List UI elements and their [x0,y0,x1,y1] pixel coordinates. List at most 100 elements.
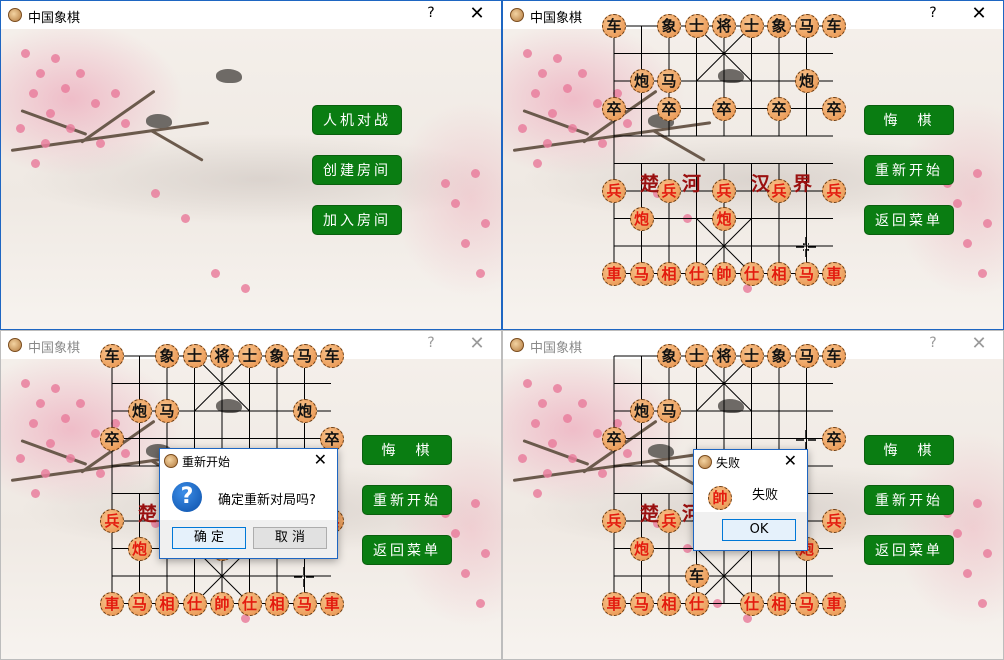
red-piece[interactable]: 马 [794,261,819,286]
black-piece[interactable]: 卒 [100,426,124,451]
red-piece[interactable]: 马 [292,591,317,616]
red-piece[interactable]: 仕 [684,261,709,286]
back-to-menu-button[interactable]: 返回菜单 [864,205,954,235]
red-piece[interactable]: 相 [767,261,791,286]
red-piece[interactable]: 車 [100,591,124,616]
black-piece[interactable]: 卒 [822,426,846,451]
black-piece[interactable]: 马 [292,344,317,368]
help-icon[interactable]: ? [923,5,943,21]
red-piece[interactable]: 仕 [182,591,207,616]
red-piece[interactable]: 兵 [822,179,846,203]
black-piece[interactable]: 炮 [629,69,654,93]
red-piece[interactable]: 相 [657,261,681,286]
black-piece[interactable]: 马 [794,344,819,368]
black-piece[interactable]: 马 [155,399,179,423]
red-piece[interactable]: 炮 [712,206,736,231]
confirm-button[interactable]: 确 定 [172,527,246,549]
black-piece[interactable]: 士 [182,344,207,368]
help-icon[interactable]: ? [421,5,441,21]
red-piece[interactable]: 马 [127,591,152,616]
red-piece[interactable]: 帥 [210,591,234,616]
red-piece[interactable]: 仕 [739,261,764,286]
black-piece[interactable]: 将 [712,14,736,38]
red-piece[interactable]: 帥 [712,261,736,286]
dialog-close-icon[interactable]: ✕ [314,450,327,469]
black-piece[interactable]: 将 [712,344,736,368]
restart-button[interactable]: 重新开始 [864,485,954,515]
black-piece[interactable]: 士 [237,344,262,368]
black-piece[interactable]: 车 [100,344,124,368]
black-piece[interactable]: 象 [657,14,681,38]
close-icon[interactable]: ✕ [969,3,989,24]
red-piece[interactable]: 車 [602,261,626,286]
red-piece[interactable]: 兵 [602,179,626,203]
black-piece[interactable]: 象 [155,344,179,368]
create-room-button[interactable]: 创建房间 [312,155,402,185]
undo-button[interactable]: 悔 棋 [362,435,452,465]
red-piece[interactable]: 相 [155,591,179,616]
red-piece[interactable]: 仕 [684,591,709,616]
red-piece[interactable]: 相 [265,591,289,616]
black-piece[interactable]: 马 [794,14,819,38]
red-piece[interactable]: 炮 [629,206,654,231]
red-piece[interactable]: 兵 [822,509,846,533]
red-piece[interactable]: 仕 [739,591,764,616]
black-piece[interactable]: 马 [657,399,681,423]
black-piece[interactable]: 卒 [712,96,736,121]
red-piece[interactable]: 車 [320,591,344,616]
red-piece[interactable]: 車 [602,591,626,616]
back-to-menu-button[interactable]: 返回菜单 [864,535,954,565]
black-piece[interactable]: 象 [767,14,791,38]
black-piece[interactable]: 卒 [320,426,344,451]
red-piece[interactable]: 相 [767,591,791,616]
black-piece[interactable]: 士 [684,344,709,368]
restart-button[interactable]: 重新开始 [864,155,954,185]
black-piece[interactable]: 卒 [657,96,681,121]
undo-button[interactable]: 悔 棋 [864,105,954,135]
black-piece[interactable]: 炮 [292,399,317,423]
black-piece[interactable]: 车 [822,14,846,38]
black-piece[interactable]: 车 [320,344,344,368]
black-piece[interactable]: 卒 [767,96,791,121]
red-piece[interactable]: 马 [794,591,819,616]
close-icon[interactable]: ✕ [467,333,487,354]
red-piece[interactable]: 兵 [712,179,736,203]
red-piece[interactable]: 相 [657,591,681,616]
black-piece[interactable]: 车 [684,564,709,588]
join-room-button[interactable]: 加入房间 [312,205,402,235]
help-icon[interactable]: ? [923,335,943,351]
red-piece[interactable]: 仕 [237,591,262,616]
black-piece[interactable]: 象 [265,344,289,368]
black-piece[interactable]: 车 [602,14,626,38]
red-piece[interactable]: 马 [629,261,654,286]
back-to-menu-button[interactable]: 返回菜单 [362,535,452,565]
dialog-close-icon[interactable]: ✕ [784,451,797,470]
red-piece[interactable]: 炮 [127,536,152,561]
black-piece[interactable]: 象 [767,344,791,368]
red-piece[interactable]: 马 [629,591,654,616]
red-piece[interactable]: 兵 [602,509,626,533]
black-piece[interactable]: 象 [657,344,681,368]
ok-button[interactable]: OK [722,519,796,541]
undo-button[interactable]: 悔 棋 [864,435,954,465]
vs-computer-button[interactable]: 人机对战 [312,105,402,135]
black-piece[interactable]: 卒 [602,96,626,121]
black-piece[interactable]: 士 [739,344,764,368]
black-piece[interactable]: 士 [684,14,709,38]
red-piece[interactable]: 兵 [100,509,124,533]
restart-button[interactable]: 重新开始 [362,485,452,515]
black-piece[interactable]: 炮 [794,69,819,93]
black-piece[interactable]: 卒 [822,96,846,121]
red-piece[interactable]: 車 [822,261,846,286]
black-piece[interactable]: 卒 [602,426,626,451]
cancel-button[interactable]: 取 消 [253,527,327,549]
red-piece[interactable]: 車 [822,591,846,616]
black-piece[interactable]: 炮 [629,399,654,423]
close-icon[interactable]: ✕ [467,3,487,24]
black-piece[interactable]: 将 [210,344,234,368]
black-piece[interactable]: 炮 [127,399,152,423]
black-piece[interactable]: 士 [739,14,764,38]
red-piece[interactable]: 炮 [629,536,654,561]
black-piece[interactable]: 马 [657,69,681,93]
close-icon[interactable]: ✕ [969,333,989,354]
